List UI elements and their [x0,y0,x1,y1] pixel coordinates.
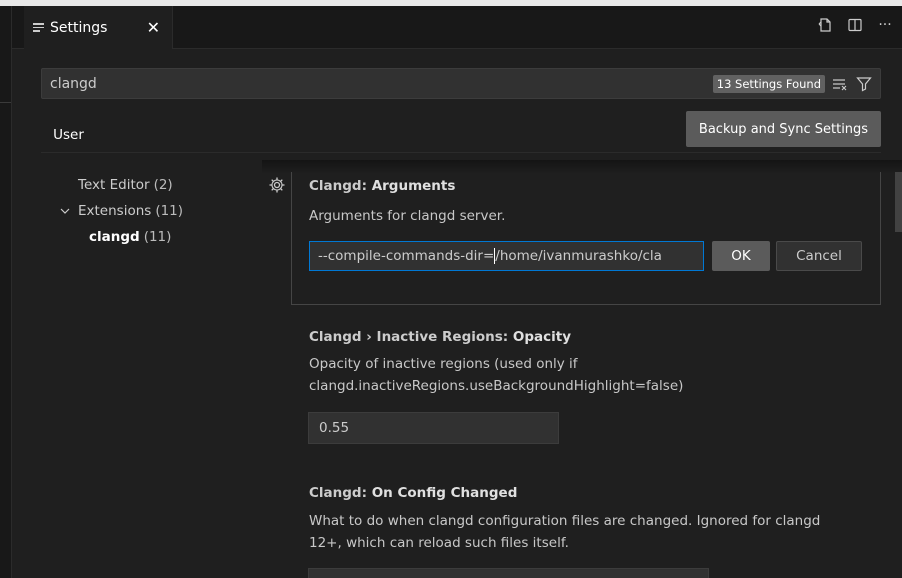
setting-name: On Config Changed [371,485,518,501]
setting-category: Clangd › Inactive Regions: [309,329,513,345]
ok-button[interactable]: OK [712,241,770,271]
toc-item-count: (11) [155,203,184,219]
filter-icon[interactable] [855,75,873,93]
chevron-down-icon [58,204,72,218]
settings-editor-icon [33,23,44,32]
settings-search-input[interactable]: clangd 13 Settings Found [41,68,881,99]
toc-item-count: (11) [143,229,172,245]
settings-toc: Text Editor (2) Extensions (11) clangd (… [12,172,262,250]
description-line: 12+, which can reload such files itself. [309,535,569,551]
vertical-scrollbar[interactable] [895,172,902,232]
toc-item-extensions[interactable]: Extensions (11) [12,198,262,224]
toc-item-label: Extensions [78,203,152,219]
tab-user[interactable]: User [41,118,96,153]
toc-item-label: clangd [89,229,140,245]
more-actions-icon[interactable]: ··· [876,16,894,34]
results-count-badge: 13 Settings Found [712,74,825,93]
opacity-input[interactable]: 0.55 [308,412,559,444]
gear-icon[interactable] [268,176,286,194]
description-line: clangd.inactiveRegions.useBackgroundHigh… [309,378,684,394]
backup-sync-button[interactable]: Backup and Sync Settings [686,111,881,147]
search-query[interactable]: clangd [50,76,713,92]
tab-settings[interactable]: Settings ✕ [24,6,173,49]
toc-item-label: Text Editor [78,177,150,193]
cancel-button[interactable]: Cancel [776,241,862,271]
close-icon[interactable]: ✕ [147,18,160,37]
setting-title: Clangd: On Config Changed [309,485,517,501]
open-settings-json-icon[interactable] [816,16,834,34]
toc-item-text-editor[interactable]: Text Editor (2) [12,172,262,198]
arguments-edit-input[interactable]: --compile-commands-dir=/home/ivanmurashk… [309,241,704,271]
setting-name: Opacity [512,329,572,345]
tab-settings-label: Settings [50,19,108,36]
left-editor-edge [0,6,12,578]
settings-list: Clangd: Arguments Arguments for clangd s… [262,172,902,578]
setting-description: Arguments for clangd server. [309,208,506,224]
toc-item-count: (2) [153,177,173,193]
on-config-changed-select[interactable] [308,568,709,578]
description-line: What to do when clangd configuration fil… [309,513,821,529]
setting-title: Clangd: Arguments [309,178,455,194]
edit-value-tail: /home/ivanmurashko/cla [495,248,662,264]
edit-value-head: --compile-commands-dir= [318,248,495,264]
setting-name: Arguments [371,178,456,194]
description-line: Opacity of inactive regions (used only i… [309,356,578,372]
clear-filter-icon[interactable] [831,75,849,93]
setting-title: Clangd › Inactive Regions: Opacity [309,329,571,345]
scope-divider [41,152,881,153]
setting-description: What to do when clangd configuration fil… [309,510,869,554]
setting-category: Clangd: [309,485,372,501]
setting-description: Opacity of inactive regions (used only i… [309,353,869,397]
editor-tab-bar: Settings ✕ ··· [12,6,902,49]
toc-item-clangd[interactable]: clangd (11) [12,224,262,250]
split-editor-icon[interactable] [846,16,864,34]
setting-category: Clangd: [309,178,372,194]
